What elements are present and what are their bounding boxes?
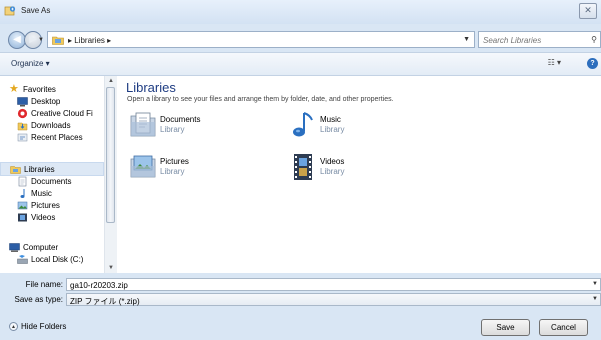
hide-folders-button[interactable]: ▲ Hide Folders xyxy=(9,322,67,332)
help-button[interactable]: ? xyxy=(587,58,598,69)
address-bar[interactable]: ▸ Libraries ▸ ▼ xyxy=(47,31,475,48)
scroll-down-icon[interactable]: ▼ xyxy=(108,265,114,271)
filename-field[interactable]: ga10-r20203.zip ▼ xyxy=(66,278,601,291)
library-name: Documents xyxy=(160,115,201,124)
library-item-music[interactable]: Music Library xyxy=(289,110,439,144)
page-description: Open a library to see your files and arr… xyxy=(127,96,394,103)
breadcrumb[interactable]: ▸ Libraries ▸ xyxy=(68,36,111,45)
navigation-scrollbar[interactable]: ▲ ▼ xyxy=(104,76,117,273)
scroll-up-icon[interactable]: ▲ xyxy=(108,78,114,84)
libraries-icon xyxy=(10,166,21,174)
nav-item-pictures[interactable]: Pictures xyxy=(0,200,104,212)
local-disk-icon xyxy=(17,255,28,264)
savetype-label: Save as type: xyxy=(14,295,63,304)
nav-libraries[interactable]: Libraries xyxy=(0,162,104,176)
save-button[interactable]: Save xyxy=(481,319,530,336)
save-fields: File name: ga10-r20203.zip ▼ Save as typ… xyxy=(0,273,601,313)
library-name: Music xyxy=(320,115,341,124)
close-button[interactable]: ✕ xyxy=(579,3,597,19)
change-view-button[interactable]: ☷ ▾ xyxy=(548,58,561,67)
desktop-icon xyxy=(17,97,28,107)
nav-item-downloads[interactable]: Downloads xyxy=(0,120,104,132)
library-item-pictures[interactable]: Pictures Library xyxy=(129,152,279,186)
library-type: Library xyxy=(160,167,185,176)
address-dropdown[interactable]: ▼ xyxy=(463,36,470,43)
computer-icon xyxy=(9,243,20,252)
command-bar: Organize ▾ ☷ ▾ ? xyxy=(0,52,601,76)
library-type: Library xyxy=(160,125,185,134)
savetype-value[interactable]: ZIP ファイル (*.zip) xyxy=(70,296,140,307)
filename-value[interactable]: ga10-r20203.zip xyxy=(70,281,128,290)
star-icon: ★ xyxy=(9,83,19,95)
recent-places-icon xyxy=(17,133,28,142)
libraries-folder-icon xyxy=(52,36,64,45)
hide-folders-label: Hide Folders xyxy=(21,322,67,331)
navigation-pane: ★ Favorites Desktop Creative Cloud Fi Do… xyxy=(0,76,104,273)
library-name: Videos xyxy=(320,157,345,166)
nav-item-local-disk[interactable]: Local Disk (C:) xyxy=(0,254,104,266)
savetype-select[interactable]: ZIP ファイル (*.zip) ▼ xyxy=(66,293,601,306)
music-library-icon xyxy=(293,112,313,137)
videos-library-icon xyxy=(294,154,312,180)
organize-menu[interactable]: Organize ▾ xyxy=(11,59,50,68)
breadcrumb-libraries[interactable]: Libraries xyxy=(74,36,105,45)
library-type: Library xyxy=(320,167,345,176)
search-icon[interactable]: ⚲ xyxy=(591,35,597,44)
nav-item-videos[interactable]: Videos xyxy=(0,212,104,224)
savetype-dropdown-icon[interactable]: ▼ xyxy=(592,296,598,302)
nav-item-recent-places[interactable]: Recent Places xyxy=(0,132,104,144)
nav-item-desktop[interactable]: Desktop xyxy=(0,96,104,108)
pictures-icon xyxy=(17,201,28,210)
address-row: ◀ ▶ ▼ ▸ Libraries ▸ ▼ ↻ ⚲ xyxy=(0,24,601,52)
page-title: Libraries xyxy=(126,80,176,95)
filename-dropdown-icon[interactable]: ▼ xyxy=(592,281,598,287)
videos-icon xyxy=(18,213,27,222)
nav-item-documents[interactable]: Documents xyxy=(0,176,104,188)
search-box[interactable]: ⚲ xyxy=(478,31,601,48)
filename-label: File name: xyxy=(25,280,63,289)
library-name: Pictures xyxy=(160,157,189,166)
nav-item-creative-cloud[interactable]: Creative Cloud Fi xyxy=(0,108,104,120)
creative-cloud-icon xyxy=(17,108,28,119)
library-item-videos[interactable]: Videos Library xyxy=(289,152,439,186)
collapse-icon: ▲ xyxy=(9,322,18,332)
music-icon xyxy=(20,189,25,198)
save-as-icon xyxy=(4,6,16,16)
nav-favorites[interactable]: ★ Favorites xyxy=(0,84,104,96)
title-bar[interactable]: Save As ✕ xyxy=(0,0,601,24)
window-title: Save As xyxy=(21,6,51,15)
documents-icon xyxy=(18,176,27,187)
pictures-library-icon xyxy=(130,155,156,178)
library-content-pane: Libraries Open a library to see your fil… xyxy=(117,76,601,273)
downloads-icon xyxy=(17,122,28,131)
save-as-dialog: Save As ✕ ◀ ▶ ▼ ▸ Libraries ▸ ▼ ↻ ⚲ Orga… xyxy=(0,0,601,340)
recent-pages-dropdown[interactable]: ▼ xyxy=(38,37,44,43)
scroll-thumb[interactable] xyxy=(106,87,115,223)
cancel-button[interactable]: Cancel xyxy=(539,319,588,336)
documents-library-icon xyxy=(130,112,156,137)
nav-computer[interactable]: Computer xyxy=(0,242,104,254)
library-item-documents[interactable]: Documents Library xyxy=(129,110,279,144)
nav-item-music[interactable]: Music xyxy=(0,188,104,200)
search-input[interactable] xyxy=(483,34,583,46)
dialog-footer: ▲ Hide Folders Save Cancel xyxy=(0,313,601,340)
library-type: Library xyxy=(320,125,345,134)
